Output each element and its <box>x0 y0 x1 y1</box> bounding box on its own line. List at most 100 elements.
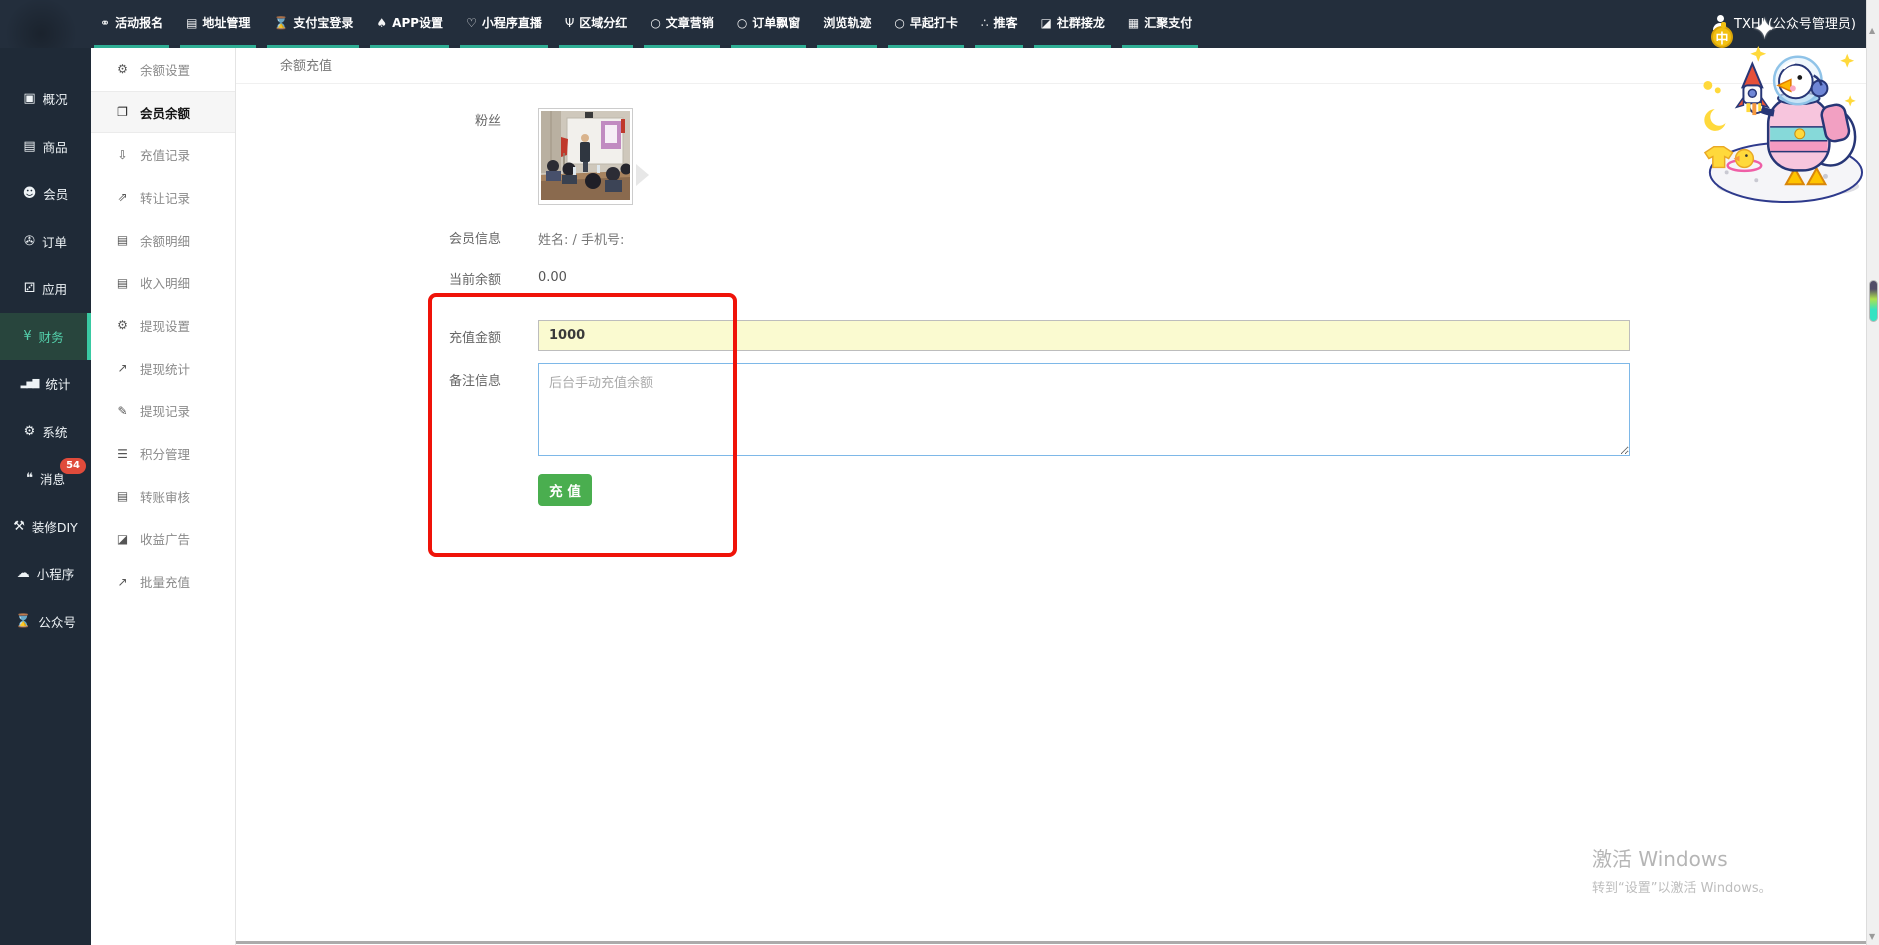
submenu-item-revenue-ads[interactable]: ◪收益广告 <box>91 518 235 561</box>
nav-item-miniprogram-live[interactable]: ♡ 小程序直播 <box>460 0 548 48</box>
link-icon: ⚭ <box>100 16 110 30</box>
submenu-item-transfer-review[interactable]: ▤转账审核 <box>91 475 235 518</box>
sidebar-label: 商品 <box>43 137 68 156</box>
nav-item-browse-track[interactable]: 浏览轨迹 <box>817 0 877 48</box>
nav-item-huiju-pay[interactable]: ▦汇聚支付 <box>1122 0 1198 48</box>
nav-item-region-bonus[interactable]: Ψ区域分红 <box>559 0 633 48</box>
nav-item-group-chain[interactable]: ◪社群接龙 <box>1034 0 1110 48</box>
submenu-label: 收入明细 <box>140 273 190 292</box>
users-icon: ☻ <box>23 186 37 201</box>
submenu-item-recharge-records[interactable]: ⇩充值记录 <box>91 133 235 176</box>
scrollbar-thumb[interactable] <box>1869 280 1878 322</box>
recharge-amount-input[interactable] <box>538 320 1630 351</box>
coin-decoration: 中 <box>1711 26 1733 48</box>
user-menu[interactable]: TXHL(公众号管理员) <box>1713 0 1856 45</box>
submenu-item-batch-recharge[interactable]: ↗批量充值 <box>91 560 235 603</box>
member-info-label: 会员信息 <box>236 228 501 247</box>
sidebar-label: 应用 <box>42 279 67 298</box>
sidebar-item-system[interactable]: ⚙ 系统 <box>0 408 91 456</box>
heart-icon: ♡ <box>466 16 477 30</box>
page-scrollbar[interactable]: ▲ ▼ <box>1866 0 1879 945</box>
member-info-value: 姓名: / 手机号: <box>538 229 624 248</box>
image-icon: ◪ <box>1040 16 1051 30</box>
gear-icon: ⚙ <box>115 62 130 76</box>
submenu-label: 会员余额 <box>140 103 190 122</box>
apple-icon: ♠ <box>376 16 387 30</box>
submenu-item-withdraw-settings[interactable]: ⚙提现设置 <box>91 304 235 347</box>
nav-label: 区域分红 <box>579 14 627 31</box>
nav-label: 文章营销 <box>666 14 714 31</box>
circle-icon: ○ <box>650 16 660 30</box>
main-content: 余额充值 粉丝 <box>236 48 1866 945</box>
submenu-label: 转让记录 <box>140 188 190 207</box>
sidebar-item-orders[interactable]: ✇订单 <box>0 218 91 266</box>
sidebar-menu: ▣概况 ▤商品 ☻会员 ✇订单 ⚂应用 ¥财务 ▂▅▇统计 ⚙系统 ❝消息54 … <box>0 48 91 645</box>
sidebar-label: 小程序 <box>37 564 75 583</box>
file-icon: ▤ <box>115 233 130 247</box>
submenu-item-balance-settings[interactable]: ⚙余额设置 <box>91 48 235 91</box>
sidebar-item-messages[interactable]: ❝消息54 <box>0 455 91 503</box>
nav-label: 浏览轨迹 <box>823 14 871 31</box>
sidebar-item-decorate-diy[interactable]: ⚒装修DIY <box>0 503 91 551</box>
submenu-item-withdraw-records[interactable]: ✎提现记录 <box>91 390 235 433</box>
sidebar-item-finance[interactable]: ¥财务 <box>0 313 91 361</box>
activate-windows-watermark: 激活 Windows 转到“设置”以激活 Windows。 <box>1592 843 1772 896</box>
circle-icon: ○ <box>894 16 904 30</box>
sidebar-item-official-account[interactable]: ⌛公众号 <box>0 598 91 646</box>
external-link-icon: ⇗ <box>115 190 130 204</box>
nav-label: 推客 <box>993 14 1017 31</box>
nav-item-activity-signup[interactable]: ⚭活动报名 <box>94 0 169 48</box>
submenu-label: 积分管理 <box>140 444 190 463</box>
hourglass-icon: ⌛ <box>15 614 31 629</box>
submenu-item-withdraw-statistics[interactable]: ↗提现统计 <box>91 347 235 390</box>
nav-item-alipay-login[interactable]: ⌛支付宝登录 <box>267 0 359 48</box>
scroll-down-arrow-icon[interactable]: ▼ <box>1869 932 1875 941</box>
watermark-line2: 转到“设置”以激活 Windows。 <box>1592 877 1772 896</box>
sidebar-label: 订单 <box>42 232 67 251</box>
fan-avatar[interactable] <box>538 108 633 205</box>
circle-icon: ○ <box>737 16 747 30</box>
nav-item-promoter[interactable]: ∴ 推客 <box>975 0 1024 48</box>
sidebar-item-statistics[interactable]: ▂▅▇统计 <box>0 360 91 408</box>
nav-item-order-popup[interactable]: ○订单飘窗 <box>731 0 807 48</box>
nav-label: 小程序直播 <box>482 14 542 31</box>
submenu-item-income-details[interactable]: ▤收入明细 <box>91 261 235 304</box>
submenu-label: 余额明细 <box>140 231 190 250</box>
submenu-item-balance-details[interactable]: ▤ 余额明细 <box>91 219 235 262</box>
sidebar-item-products[interactable]: ▤商品 <box>0 123 91 171</box>
sidebar-item-miniprogram[interactable]: ☁小程序 <box>0 550 91 598</box>
scroll-up-arrow-icon[interactable]: ▲ <box>1869 26 1875 35</box>
nav-label: 地址管理 <box>202 14 250 31</box>
sidebar-label: 统计 <box>45 374 70 393</box>
share-icon: ∴ <box>981 16 989 30</box>
line-chart-icon: ↗ <box>115 361 130 375</box>
sidebar-item-apps[interactable]: ⚂应用 <box>0 265 91 313</box>
sparkle-icon: ✦ <box>1752 12 1777 47</box>
submenu-item-member-balance[interactable]: ❐会员余额 <box>91 91 235 134</box>
submenu-item-points-manage[interactable]: ☰积分管理 <box>91 432 235 475</box>
sidebar-item-overview[interactable]: ▣概况 <box>0 75 91 123</box>
recharge-amount-label: 充值金额 <box>236 327 501 346</box>
gear-icon: ⚙ <box>24 424 36 439</box>
remark-label: 备注信息 <box>236 370 501 389</box>
sidebar-label: 会员 <box>43 184 68 203</box>
photo-arrow-icon <box>636 164 649 186</box>
nav-item-app-settings[interactable]: ♠APP设置 <box>370 0 449 48</box>
nav-item-address-manage[interactable]: ▤地址管理 <box>180 0 256 48</box>
remark-textarea[interactable] <box>538 363 1630 456</box>
nav-item-early-checkin[interactable]: ○ 早起打卡 <box>888 0 964 48</box>
yen-icon: ¥ <box>23 329 31 344</box>
download-icon: ⇩ <box>115 148 130 162</box>
sidebar-label: 装修DIY <box>32 517 78 536</box>
nav-label: 汇聚支付 <box>1144 14 1192 31</box>
nav-label: 早起打卡 <box>910 14 958 31</box>
line-chart-icon: ↗ <box>115 575 130 589</box>
sidebar-label: 系统 <box>42 422 67 441</box>
recharge-submit-button[interactable]: 充 值 <box>538 474 592 506</box>
sidebar-label: 概况 <box>43 89 68 108</box>
unread-count-badge: 54 <box>60 458 86 474</box>
nav-item-article-marketing[interactable]: ○ 文章营销 <box>644 0 720 48</box>
submenu-item-transfer-records[interactable]: ⇗ 转让记录 <box>91 176 235 219</box>
submenu-label: 收益广告 <box>140 529 190 548</box>
sidebar-item-members[interactable]: ☻ 会员 <box>0 170 91 218</box>
